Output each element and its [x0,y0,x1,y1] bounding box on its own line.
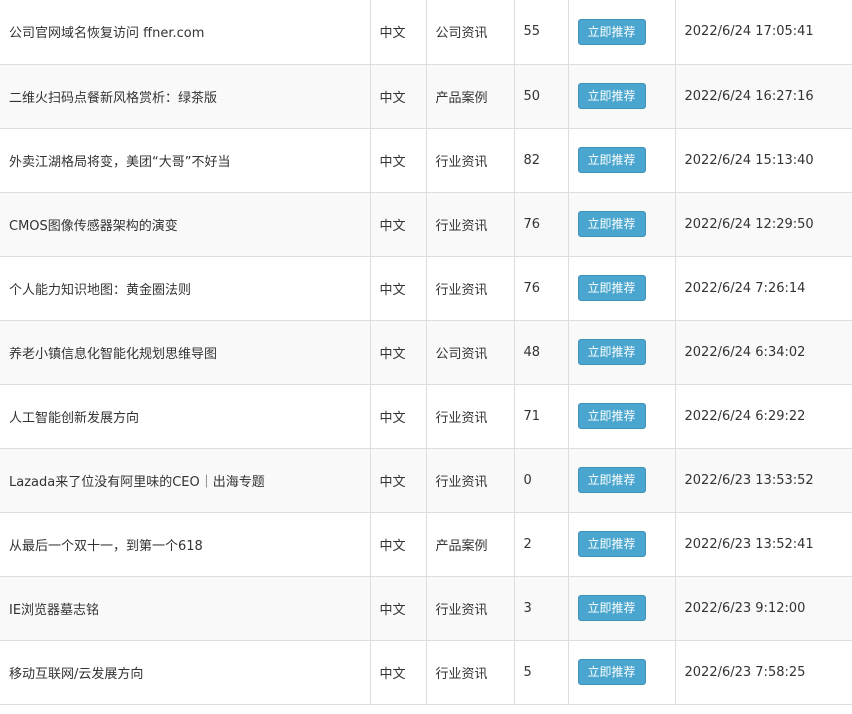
article-title-cell[interactable]: 外卖江湖格局将变，美团“大哥”不好当 [0,128,371,193]
publish-time-cell: 2022/6/24 6:29:22 [675,384,852,449]
views-cell: 82 [514,128,569,193]
publish-time-cell: 2022/6/24 17:05:41 [675,0,852,65]
recommend-button[interactable]: 立即推荐 [577,83,646,109]
publish-time-cell: 2022/6/23 7:58:25 [675,640,852,705]
language-cell: 中文 [370,320,427,385]
article-title-cell[interactable]: 人工智能创新发展方向 [0,384,371,449]
category-cell: 行业资讯 [426,384,515,449]
recommend-button[interactable]: 立即推荐 [577,403,646,429]
publish-time-cell: 2022/6/24 16:27:16 [675,64,852,129]
recommend-button[interactable]: 立即推荐 [577,531,646,557]
category-cell: 产品案例 [426,64,515,129]
recommend-button[interactable]: 立即推荐 [577,659,646,685]
category-cell: 公司资讯 [426,0,515,65]
recommend-button[interactable]: 立即推荐 [577,467,646,493]
category-cell: 行业资讯 [426,192,515,257]
publish-time-cell: 2022/6/24 12:29:50 [675,192,852,257]
table-row: 人工智能创新发展方向 中文 行业资讯 71 立即推荐 2022/6/24 6:29:22 [0,384,852,449]
views-cell: 50 [514,64,569,129]
publish-time-cell: 2022/6/23 13:53:52 [675,448,852,513]
article-title-cell[interactable]: 养老小镇信息化智能化规划思维导图 [0,320,371,385]
views-cell: 71 [514,384,569,449]
table-row: 个人能力知识地图：黄金圈法则 中文 行业资讯 76 立即推荐 2022/6/24 7:26… [0,256,852,321]
views-cell: 2 [514,512,569,577]
recommend-button[interactable]: 立即推荐 [577,275,646,301]
language-cell: 中文 [370,64,427,129]
publish-time-cell: 2022/6/24 15:13:40 [675,128,852,193]
category-cell: 公司资讯 [426,320,515,385]
category-cell: 行业资讯 [426,448,515,513]
article-title-cell[interactable]: CMOS图像传感器架构的演变 [0,192,371,257]
language-cell: 中文 [370,192,427,257]
article-title-cell[interactable]: Lazada来了位没有阿里味的CEO｜出海专题 [0,448,371,513]
table-row: IE浏览器墓志铭 中文 行业资讯 3 立即推荐 2022/6/23 9:12:00 [0,576,852,641]
category-cell: 产品案例 [426,512,515,577]
language-cell: 中文 [370,512,427,577]
action-cell: 立即推荐 [568,320,676,385]
views-cell: 55 [514,0,569,65]
table-row: 从最后一个双十一，到第一个618 中文 产品案例 2 立即推荐 2022/6/23 13:… [0,512,852,577]
views-cell: 48 [514,320,569,385]
action-cell: 立即推荐 [568,576,676,641]
action-cell: 立即推荐 [568,192,676,257]
views-cell: 3 [514,576,569,641]
recommend-button[interactable]: 立即推荐 [577,595,646,621]
publish-time-cell: 2022/6/23 9:12:00 [675,576,852,641]
publish-time-cell: 2022/6/24 6:34:02 [675,320,852,385]
table-row: 公司官网域名恢复访问 ffner.com 中文 公司资讯 55 立即推荐 2022/6/2… [0,0,852,65]
language-cell: 中文 [370,576,427,641]
article-title-cell[interactable]: 移动互联网/云发展方向 [0,640,371,705]
article-table-body: 公司官网域名恢复访问 ffner.com 中文 公司资讯 55 立即推荐 2022/6/2… [0,0,852,705]
recommend-button[interactable]: 立即推荐 [577,147,646,173]
category-cell: 行业资讯 [426,576,515,641]
article-title-cell[interactable]: IE浏览器墓志铭 [0,576,371,641]
article-title-cell[interactable]: 二维火扫码点餐新风格赏析：绿茶版 [0,64,371,129]
table-row: 二维火扫码点餐新风格赏析：绿茶版 中文 产品案例 50 立即推荐 2022/6/24 16… [0,64,852,129]
action-cell: 立即推荐 [568,0,676,65]
views-cell: 76 [514,192,569,257]
action-cell: 立即推荐 [568,384,676,449]
action-cell: 立即推荐 [568,512,676,577]
language-cell: 中文 [370,384,427,449]
table-row: CMOS图像传感器架构的演变 中文 行业资讯 76 立即推荐 2022/6/24 12:2… [0,192,852,257]
category-cell: 行业资讯 [426,256,515,321]
action-cell: 立即推荐 [568,640,676,705]
language-cell: 中文 [370,640,427,705]
views-cell: 76 [514,256,569,321]
language-cell: 中文 [370,0,427,65]
table-row: 移动互联网/云发展方向 中文 行业资讯 5 立即推荐 2022/6/23 7:58:25 [0,640,852,705]
action-cell: 立即推荐 [568,256,676,321]
article-title-cell[interactable]: 个人能力知识地图：黄金圈法则 [0,256,371,321]
recommend-button[interactable]: 立即推荐 [577,18,646,45]
article-title-cell[interactable]: 公司官网域名恢复访问 ffner.com [0,0,371,65]
category-cell: 行业资讯 [426,640,515,705]
publish-time-cell: 2022/6/23 13:52:41 [675,512,852,577]
language-cell: 中文 [370,128,427,193]
article-title-cell[interactable]: 从最后一个双十一，到第一个618 [0,512,371,577]
recommend-button[interactable]: 立即推荐 [577,339,646,365]
views-cell: 0 [514,448,569,513]
recommend-button[interactable]: 立即推荐 [577,211,646,237]
language-cell: 中文 [370,448,427,513]
action-cell: 立即推荐 [568,64,676,129]
article-table: 公司官网域名恢复访问 ffner.com 中文 公司资讯 55 立即推荐 2022/6/2… [0,0,852,705]
action-cell: 立即推荐 [568,128,676,193]
publish-time-cell: 2022/6/24 7:26:14 [675,256,852,321]
table-row: Lazada来了位没有阿里味的CEO｜出海专题 中文 行业资讯 0 立即推荐 2022/6… [0,448,852,513]
table-row: 养老小镇信息化智能化规划思维导图 中文 公司资讯 48 立即推荐 2022/6/24 6:… [0,320,852,385]
category-cell: 行业资讯 [426,128,515,193]
views-cell: 5 [514,640,569,705]
action-cell: 立即推荐 [568,448,676,513]
language-cell: 中文 [370,256,427,321]
table-row: 外卖江湖格局将变，美团“大哥”不好当 中文 行业资讯 82 立即推荐 2022/6/24 … [0,128,852,193]
